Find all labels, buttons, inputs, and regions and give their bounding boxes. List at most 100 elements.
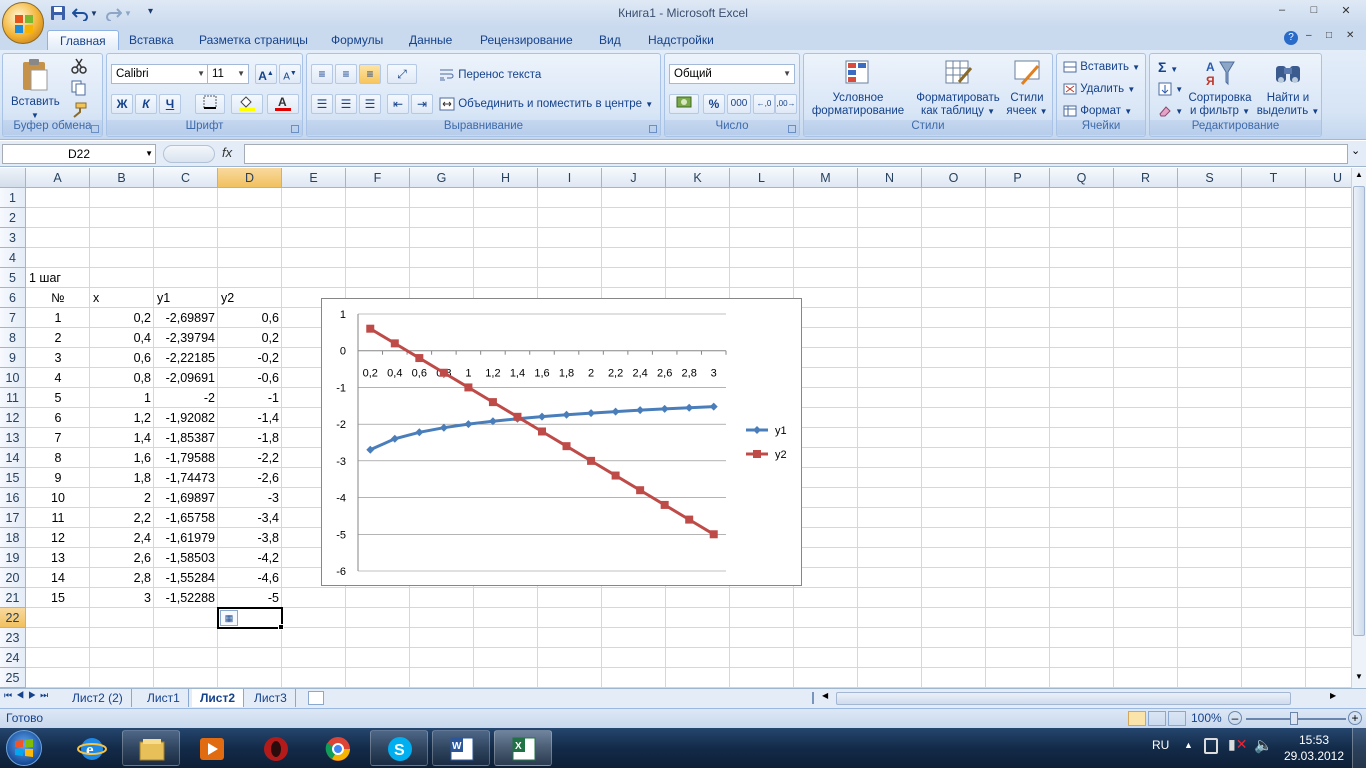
italic-button[interactable]: К — [135, 94, 157, 114]
column-header-s[interactable]: S — [1178, 168, 1242, 188]
taskbar-skype-icon[interactable]: S — [370, 730, 428, 766]
fill-color-button[interactable] — [231, 94, 263, 114]
number-format-select[interactable]: Общий ▼ — [669, 64, 795, 84]
column-header-t[interactable]: T — [1242, 168, 1306, 188]
copy-icon[interactable] — [69, 80, 89, 100]
row-header-13[interactable]: 13 — [0, 428, 26, 448]
align-top-icon[interactable]: ≡ — [311, 64, 333, 84]
clear-icon[interactable]: ▼ — [1158, 102, 1183, 120]
table-cell[interactable]: 11 — [26, 508, 90, 528]
font-launcher-icon[interactable] — [291, 125, 299, 133]
tab-review[interactable]: Рецензирование — [468, 30, 585, 50]
delete-cells-button[interactable]: Удалить ▼ — [1063, 80, 1135, 98]
table-cell[interactable]: -4,6 — [218, 568, 282, 588]
taskbar-excel-icon[interactable]: X — [494, 730, 552, 766]
column-header-c[interactable]: C — [154, 168, 218, 188]
tray-date[interactable]: 29.03.2012 — [1280, 749, 1348, 763]
row-header-18[interactable]: 18 — [0, 528, 26, 548]
table-cell[interactable]: -4,2 — [218, 548, 282, 568]
table-cell[interactable]: -2 — [154, 388, 218, 408]
tab-formulas[interactable]: Формулы — [319, 30, 395, 50]
taskbar-chrome-icon[interactable] — [308, 730, 366, 766]
cut-icon[interactable] — [69, 58, 89, 78]
table-cell[interactable]: 12 — [26, 528, 90, 548]
insert-sheet-icon[interactable] — [308, 691, 324, 705]
table-cell[interactable]: -1,61979 — [154, 528, 218, 548]
scroll-right-icon[interactable]: ▶ — [1330, 691, 1336, 700]
table-cell[interactable]: 3 — [26, 348, 90, 368]
table-cell[interactable]: 1,8 — [90, 468, 154, 488]
clipboard-launcher-icon[interactable] — [91, 125, 99, 133]
table-cell[interactable]: 4 — [26, 368, 90, 388]
table-header-cell[interactable]: № — [26, 288, 90, 308]
column-header-m[interactable]: M — [794, 168, 858, 188]
format-painter-icon[interactable] — [69, 102, 89, 122]
taskbar-media-player-icon[interactable] — [182, 730, 240, 766]
table-cell[interactable]: 2 — [90, 488, 154, 508]
page-layout-view-icon[interactable] — [1148, 711, 1166, 726]
table-cell[interactable]: 0,6 — [218, 308, 282, 328]
column-header-k[interactable]: K — [666, 168, 730, 188]
table-cell[interactable]: 0,2 — [90, 308, 154, 328]
row-header-10[interactable]: 10 — [0, 368, 26, 388]
taskbar-word-icon[interactable]: W — [432, 730, 490, 766]
row-header-11[interactable]: 11 — [0, 388, 26, 408]
currency-icon[interactable] — [669, 94, 699, 114]
table-cell[interactable]: -3,8 — [218, 528, 282, 548]
row-header-19[interactable]: 19 — [0, 548, 26, 568]
table-cell[interactable]: 1,6 — [90, 448, 154, 468]
column-header-p[interactable]: P — [986, 168, 1050, 188]
number-launcher-icon[interactable] — [788, 125, 796, 133]
row-header-21[interactable]: 21 — [0, 588, 26, 608]
column-header-f[interactable]: F — [346, 168, 410, 188]
worksheet-grid[interactable]: ABCDEFGHIJKLMNOPQRSTU 1 2 3 4 5 6 7 8 9 10 11 12 13 1… — [0, 168, 1351, 688]
table-cell[interactable]: 0,8 — [90, 368, 154, 388]
align-center-icon[interactable]: ☰ — [335, 94, 357, 114]
format-as-table-button[interactable]: Форматировать как таблицу ▼ — [912, 58, 1004, 118]
table-cell[interactable]: -2,69897 — [154, 308, 218, 328]
table-cell[interactable]: 1 — [90, 388, 154, 408]
normal-view-icon[interactable] — [1128, 711, 1146, 726]
column-header-j[interactable]: J — [602, 168, 666, 188]
insert-function-button[interactable]: fx — [222, 145, 232, 160]
table-cell[interactable]: -1,8 — [218, 428, 282, 448]
align-right-icon[interactable]: ☰ — [359, 94, 381, 114]
percent-button[interactable]: % — [703, 94, 725, 114]
table-cell[interactable]: 15 — [26, 588, 90, 608]
table-cell[interactable]: -2,22185 — [154, 348, 218, 368]
row-header-15[interactable]: 15 — [0, 468, 26, 488]
help-icon[interactable]: ? — [1284, 31, 1298, 45]
zoom-in-icon[interactable]: + — [1348, 711, 1362, 725]
row-header-23[interactable]: 23 — [0, 628, 26, 648]
table-cell[interactable]: -2,6 — [218, 468, 282, 488]
table-cell[interactable]: -3 — [218, 488, 282, 508]
column-header-i[interactable]: I — [538, 168, 602, 188]
maximize-button[interactable]: □ — [1302, 4, 1326, 20]
name-box[interactable]: D22 ▼ — [2, 144, 156, 164]
decrease-indent-icon[interactable]: ⇤ — [387, 94, 409, 114]
horizontal-scroll-thumb[interactable] — [836, 692, 1291, 705]
sheet-nav-icons[interactable]: ⏮◀▶⏭ — [4, 690, 52, 701]
table-cell[interactable]: 2,8 — [90, 568, 154, 588]
row-header-6[interactable]: 6 — [0, 288, 26, 308]
row-header-16[interactable]: 16 — [0, 488, 26, 508]
tab-insert[interactable]: Вставка — [117, 30, 186, 50]
table-cell[interactable]: -2,39794 — [154, 328, 218, 348]
row-header-9[interactable]: 9 — [0, 348, 26, 368]
underline-button[interactable]: Ч — [159, 94, 181, 114]
table-cell[interactable]: -0,2 — [218, 348, 282, 368]
table-cell[interactable]: 2 — [26, 328, 90, 348]
table-header-cell[interactable]: x — [90, 288, 154, 308]
sheet-tab-3[interactable]: Лист2 — [192, 689, 245, 707]
sheet-tab-1[interactable]: Лист2 (2) — [64, 689, 132, 707]
tab-view[interactable]: Вид — [587, 30, 633, 50]
table-cell[interactable]: 2,4 — [90, 528, 154, 548]
sheet-tab-4[interactable]: Лист3 — [246, 689, 296, 707]
table-cell[interactable]: 0,6 — [90, 348, 154, 368]
table-cell[interactable]: 3 — [90, 588, 154, 608]
column-header-r[interactable]: R — [1114, 168, 1178, 188]
column-header-o[interactable]: O — [922, 168, 986, 188]
column-header-d[interactable]: D — [218, 168, 282, 188]
formula-bar-divider-handle[interactable] — [163, 145, 215, 163]
column-header-u[interactable]: U — [1306, 168, 1351, 188]
